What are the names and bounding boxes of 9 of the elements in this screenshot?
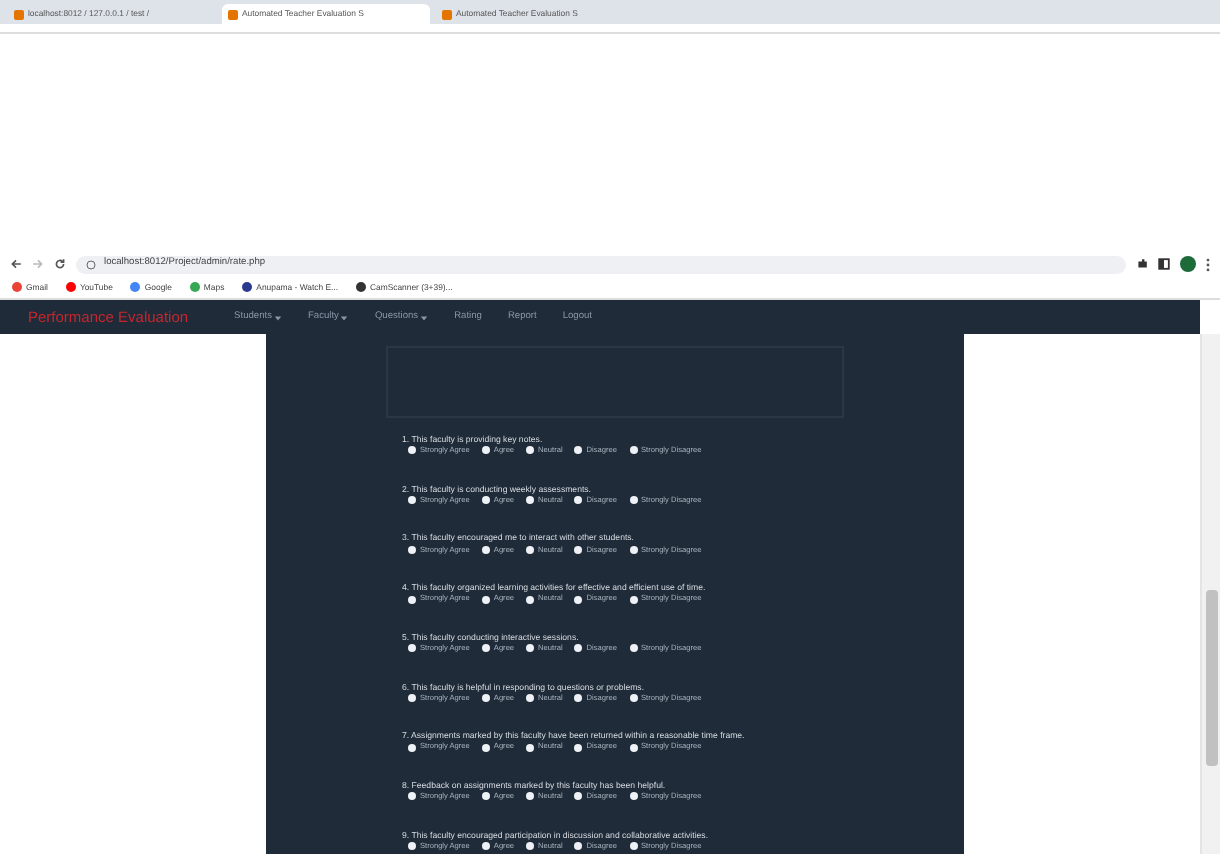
avatar-icon[interactable] [1180, 256, 1196, 272]
back-icon[interactable] [10, 258, 22, 270]
caret-icon [340, 313, 349, 321]
sidebar-icon[interactable] [1158, 258, 1170, 270]
extension-icon[interactable] [1136, 258, 1148, 270]
info-icon [86, 259, 96, 269]
caret-icon [273, 313, 282, 321]
reload-icon[interactable] [54, 258, 66, 270]
caret-icon [420, 313, 429, 321]
